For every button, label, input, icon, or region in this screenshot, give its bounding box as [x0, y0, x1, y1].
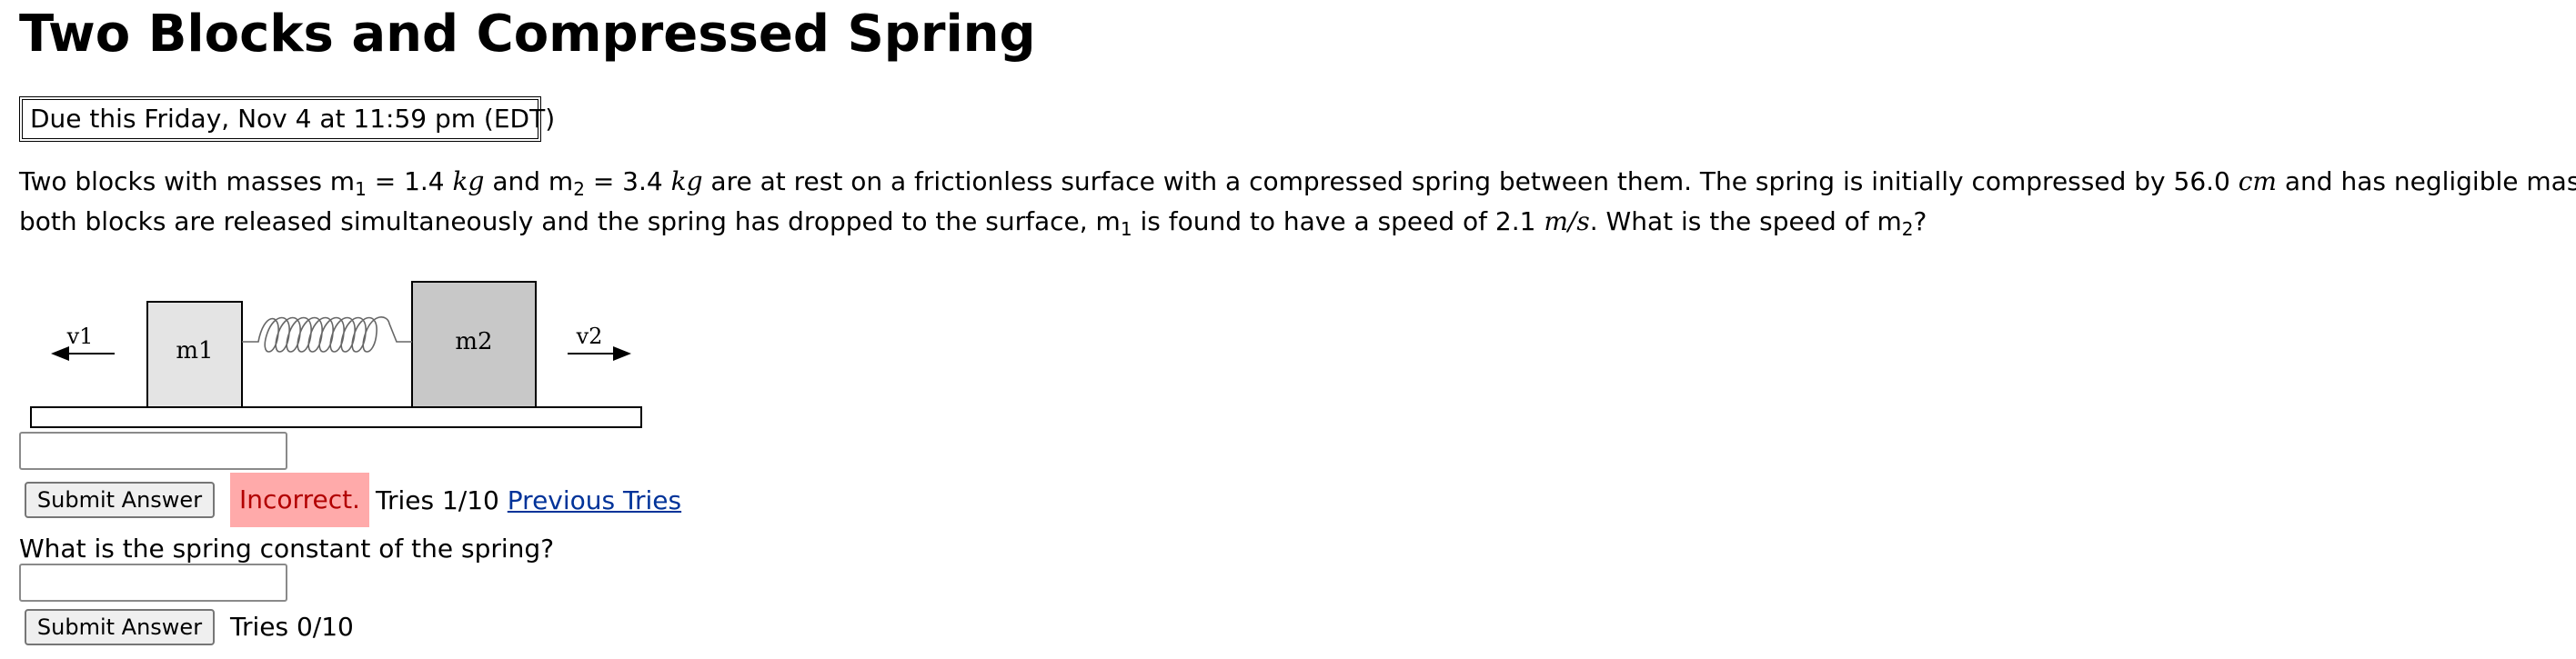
- subscript: 2: [1901, 218, 1914, 240]
- tries-status: Tries 1/10 Previous Tries: [376, 483, 681, 519]
- unit-kg: kg: [452, 166, 485, 196]
- answer-input-spring-constant[interactable]: [19, 564, 287, 602]
- problem-text: Two blocks with masses m: [19, 166, 356, 196]
- page-title: Two Blocks and Compressed Spring: [19, 5, 1036, 64]
- problem-text: both blocks are released simultaneously …: [19, 206, 1121, 236]
- subscript: 1: [355, 178, 367, 200]
- submit-answer-button[interactable]: Submit Answer: [25, 482, 215, 518]
- tries-count-2: Tries 0/10: [230, 612, 354, 642]
- problem-text: = 1.4: [366, 166, 453, 196]
- answer-input-speed[interactable]: [19, 432, 287, 470]
- problem-text: and has negligible mass. When: [2284, 166, 2576, 196]
- problem-text: ?: [1913, 206, 1927, 236]
- problem-text: . What is the speed of m: [1589, 206, 1902, 236]
- subscript: 2: [573, 178, 585, 200]
- floor-surface: [30, 406, 642, 428]
- blocks-spring-diagram: v1 m1 m2 v2: [30, 281, 642, 428]
- problem-line-2: both blocks are released simultaneously …: [19, 202, 2576, 242]
- spring-coil: [242, 316, 412, 353]
- previous-tries-link[interactable]: Previous Tries: [508, 485, 681, 515]
- label-v2: v2: [576, 324, 603, 349]
- question-spring-constant: What is the spring constant of the sprin…: [19, 534, 555, 564]
- status-badge-incorrect: Incorrect.: [230, 473, 369, 527]
- unit-cm: cm: [2238, 166, 2277, 196]
- problem-text: is found to have a speed of 2.1: [1132, 206, 1545, 236]
- tries-count: Tries 1/10: [376, 485, 499, 515]
- submit-answer-button-2[interactable]: Submit Answer: [25, 609, 215, 645]
- problem-text: are at rest on a frictionless surface wi…: [702, 166, 2239, 196]
- due-date-box: Due this Friday, Nov 4 at 11:59 pm (EDT): [19, 96, 555, 142]
- unit-m-per-s: m/s: [1544, 206, 1590, 236]
- label-v1: v1: [66, 324, 94, 349]
- label-m1: m1: [176, 337, 213, 364]
- problem-line-1: Two blocks with masses m1 = 1.4 kg and m…: [19, 162, 2576, 202]
- unit-kg: kg: [670, 166, 703, 196]
- problem-text: and m: [484, 166, 574, 196]
- problem-text: = 3.4: [584, 166, 671, 196]
- problem-statement: Two blocks with masses m1 = 1.4 kg and m…: [19, 162, 2576, 242]
- subscript: 1: [1120, 218, 1132, 240]
- label-m2: m2: [455, 328, 492, 355]
